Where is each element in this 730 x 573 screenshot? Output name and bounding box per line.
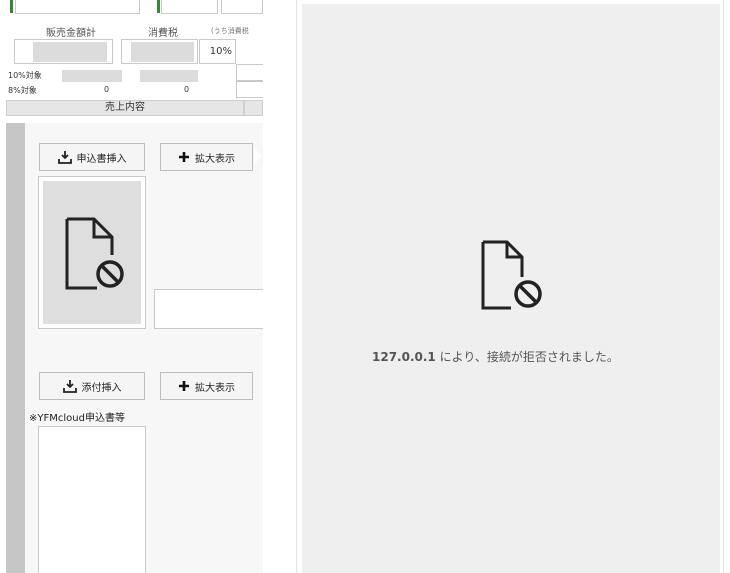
download-icon <box>62 379 77 393</box>
rate10-value-b <box>140 70 198 82</box>
sales-header-side <box>244 100 263 116</box>
rate-cell <box>236 81 263 98</box>
attachment-insert-button[interactable]: 添付挿入 <box>39 372 145 400</box>
sales-total-label: 販売金額計 <box>46 28 96 39</box>
top-field-c[interactable] <box>221 0 263 14</box>
attachment-enlarge-button[interactable]: 拡大表示 <box>160 372 253 400</box>
tax-rate-field[interactable]: 10% <box>199 39 236 64</box>
attachment-list[interactable] <box>38 426 146 573</box>
attachment-enlarge-label: 拡大表示 <box>195 382 235 394</box>
value-placeholder <box>33 42 107 62</box>
rate10-value-a <box>62 70 122 82</box>
application-note-field[interactable] <box>154 289 263 329</box>
application-insert-label: 申込書挿入 <box>76 153 127 165</box>
application-preview <box>43 181 141 324</box>
tax-label: 消費税 <box>148 28 178 39</box>
tax-field[interactable] <box>121 39 198 64</box>
attachment-insert-label: 添付挿入 <box>81 382 122 394</box>
rate8-value-b: 0 <box>184 85 190 94</box>
rate-cell <box>236 64 263 81</box>
broken-file-icon <box>64 216 126 295</box>
rate8-value-a: 0 <box>104 85 110 94</box>
plus-icon <box>178 380 190 392</box>
rate8-label: 8%対象 <box>8 86 37 95</box>
application-insert-button[interactable]: 申込書挿入 <box>39 143 145 171</box>
status-marker <box>157 0 160 13</box>
rate10-label: 10%対象 <box>8 71 42 80</box>
sales-total-field[interactable] <box>14 39 113 64</box>
application-enlarge-label: 拡大表示 <box>195 153 235 165</box>
left-panel: 販売金額計 消費税 (うち消費税 10% 10%対象 8%対象 0 0 売上内容… <box>0 0 263 573</box>
top-field-b[interactable] <box>161 0 218 14</box>
tax-included-label: (うち消費税 <box>211 27 249 35</box>
sales-header: 売上内容 <box>6 100 244 116</box>
panel-divider <box>296 0 297 573</box>
application-preview-frame[interactable] <box>38 176 146 329</box>
plus-icon <box>178 151 190 163</box>
left-gutter <box>6 123 25 573</box>
top-field-a[interactable] <box>15 0 140 14</box>
download-icon <box>57 150 72 164</box>
value-placeholder <box>131 42 194 62</box>
iframe-error-panel: 127.0.0.1 により、接続が拒否されました。 <box>302 4 720 573</box>
pointer-arrow <box>254 148 262 164</box>
right-border <box>723 0 724 573</box>
application-enlarge-button[interactable]: 拡大表示 <box>160 143 253 171</box>
attachment-caption: ※YFMcloud申込書等 <box>29 413 125 424</box>
broken-file-icon <box>479 238 549 316</box>
error-text: により、接続が拒否されました。 <box>435 350 619 364</box>
status-marker <box>10 0 13 13</box>
error-host: 127.0.0.1 <box>372 350 436 364</box>
error-message: 127.0.0.1 により、接続が拒否されました。 <box>372 348 619 365</box>
